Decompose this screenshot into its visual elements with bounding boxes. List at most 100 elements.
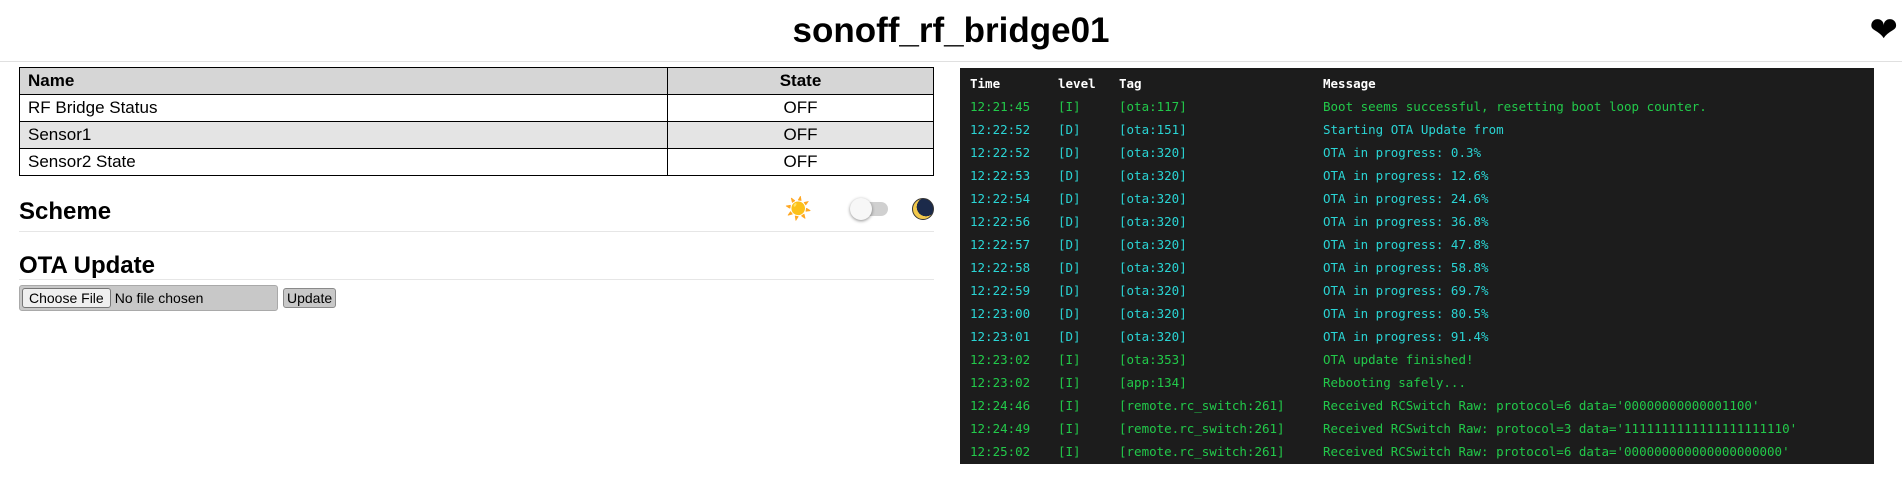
moon-icon: [912, 198, 934, 220]
log-message: OTA in progress: 12.6%: [1323, 168, 1489, 183]
log-tag: [ota:320]: [1119, 168, 1187, 183]
log-tag: [ota:320]: [1119, 306, 1187, 321]
log-message: OTA in progress: 36.8%: [1323, 214, 1489, 229]
log-tag: [ota:320]: [1119, 214, 1187, 229]
scheme-toggle[interactable]: [850, 198, 888, 220]
log-message: OTA in progress: 0.3%: [1323, 145, 1482, 160]
log-time: 12:22:56: [970, 214, 1031, 229]
table-row: Sensor1 OFF: [19, 121, 934, 149]
log-message: Received RCSwitch Raw: protocol=6 data='…: [1323, 398, 1760, 413]
entity-state: OFF: [667, 94, 934, 122]
scheme-controls: ☀️: [785, 192, 934, 226]
log-tag: [ota:320]: [1119, 260, 1187, 275]
log-entry: 12:24:49 [I] [remote.rc_switch:261] Receive…: [960, 417, 1874, 440]
log-tag: [ota:320]: [1119, 237, 1187, 252]
log-tag: [ota:353]: [1119, 352, 1187, 367]
log-message: Rebooting safely...: [1323, 375, 1466, 390]
update-button[interactable]: Update: [283, 288, 337, 308]
entities-table: Name State RF Bridge Status OFF Sensor1 …: [19, 67, 934, 176]
log-entry: 12:22:58 [D] [ota:320] OTA in progress: 58.…: [960, 256, 1874, 279]
log-message: OTA in progress: 47.8%: [1323, 237, 1489, 252]
log-tag: [ota:320]: [1119, 329, 1187, 344]
table-header-row: Name State: [19, 67, 934, 95]
log-entry: 12:21:45 [I] [ota:117] Boot seems successfu…: [960, 95, 1874, 118]
log-time: 12:25:02: [970, 444, 1031, 459]
no-file-label: No file chosen: [114, 290, 204, 306]
column-header-state: State: [667, 67, 934, 95]
log-level: [I]: [1058, 375, 1081, 390]
log-tag: [remote.rc_switch:261]: [1119, 421, 1285, 436]
entity-state: OFF: [667, 148, 934, 176]
ota-form: Choose File No file chosen Update: [19, 285, 934, 311]
entity-name: Sensor1: [19, 121, 668, 149]
heart-icon[interactable]: ❤: [1870, 10, 1899, 50]
log-entry: 12:22:53 [D] [ota:320] OTA in progress: 12.…: [960, 164, 1874, 187]
log-level: [I]: [1058, 352, 1081, 367]
log-time: 12:22:57: [970, 237, 1031, 252]
ota-title: OTA Update: [19, 252, 155, 279]
log-tag: [app:134]: [1119, 375, 1187, 390]
file-input[interactable]: Choose File No file chosen: [19, 285, 278, 311]
log-message: Boot seems successful, resetting boot lo…: [1323, 99, 1707, 114]
log-level: [I]: [1058, 99, 1081, 114]
log-tag: [ota:320]: [1119, 283, 1187, 298]
log-entry: 12:22:57 [D] [ota:320] OTA in progress: 47.…: [960, 233, 1874, 256]
log-message: Received RCSwitch Raw: protocol=3 data='…: [1323, 421, 1798, 436]
log-tag: [ota:320]: [1119, 145, 1187, 160]
column-header-name: Name: [19, 67, 668, 95]
entity-name: Sensor2 State: [19, 148, 668, 176]
log-tag: [ota:320]: [1119, 191, 1187, 206]
log-entry: 12:23:01 [D] [ota:320] OTA in progress: 91.…: [960, 325, 1874, 348]
log-entry: 12:23:02 [I] [ota:353] OTA update finished!: [960, 348, 1874, 371]
log-time: 12:23:02: [970, 352, 1031, 367]
log-entry: 12:25:02 [I] [remote.rc_switch:261] Receive…: [960, 440, 1874, 463]
log-time: 12:22:58: [970, 260, 1031, 275]
log-level: [D]: [1058, 283, 1081, 298]
entity-name: RF Bridge Status: [19, 94, 668, 122]
log-entry: 12:22:59 [D] [ota:320] OTA in progress: 69.…: [960, 279, 1874, 302]
log-panel[interactable]: Time level Tag Message 12:21:45 [I] [ota:1…: [960, 68, 1874, 464]
log-time: 12:23:00: [970, 306, 1031, 321]
toggle-knob[interactable]: [850, 198, 872, 220]
log-message: OTA in progress: 80.5%: [1323, 306, 1489, 321]
log-time: 12:24:49: [970, 421, 1031, 436]
log-level: [D]: [1058, 168, 1081, 183]
log-time: 12:22:54: [970, 191, 1031, 206]
log-tag: [remote.rc_switch:261]: [1119, 398, 1285, 413]
log-time: 12:21:45: [970, 99, 1031, 114]
choose-file-button[interactable]: Choose File: [22, 288, 111, 308]
log-entry: 12:22:56 [D] [ota:320] OTA in progress: 36.…: [960, 210, 1874, 233]
log-level: [I]: [1058, 444, 1081, 459]
log-message: Starting OTA Update from: [1323, 122, 1504, 137]
log-message: OTA in progress: 24.6%: [1323, 191, 1489, 206]
log-level: [D]: [1058, 214, 1081, 229]
sun-icon: ☀️: [784, 196, 812, 221]
log-message: OTA in progress: 91.4%: [1323, 329, 1489, 344]
log-time: 12:23:02: [970, 375, 1031, 390]
scheme-section: Scheme ☀️: [19, 196, 934, 232]
log-level: [D]: [1058, 260, 1081, 275]
log-level: [D]: [1058, 329, 1081, 344]
log-level: [D]: [1058, 306, 1081, 321]
log-time: 12:22:52: [970, 122, 1031, 137]
log-entry: 12:22:52 [D] [ota:320] OTA in progress: 0.3…: [960, 141, 1874, 164]
table-row: Sensor2 State OFF: [19, 148, 934, 176]
log-message: OTA in progress: 58.8%: [1323, 260, 1489, 275]
log-tag: [ota:117]: [1119, 99, 1187, 114]
log-time: 12:23:01: [970, 329, 1031, 344]
log-level: [D]: [1058, 145, 1081, 160]
entity-state: OFF: [667, 121, 934, 149]
log-header-message: Message: [1323, 76, 1376, 91]
page-header: sonoff_rf_bridge01 ❤: [0, 0, 1902, 62]
left-column: Name State RF Bridge Status OFF Sensor1 …: [19, 67, 934, 311]
log-header-tag: Tag: [1119, 76, 1142, 91]
log-time: 12:22:52: [970, 145, 1031, 160]
log-level: [D]: [1058, 122, 1081, 137]
ota-section: OTA Update: [19, 252, 934, 280]
log-entry: 12:23:02 [I] [app:134] Rebooting safely...: [960, 371, 1874, 394]
log-entry: 12:22:54 [D] [ota:320] OTA in progress: 24.…: [960, 187, 1874, 210]
table-row: RF Bridge Status OFF: [19, 94, 934, 122]
log-time: 12:24:46: [970, 398, 1031, 413]
log-rows: 12:21:45 [I] [ota:117] Boot seems successfu…: [960, 95, 1874, 463]
log-tag: [ota:151]: [1119, 122, 1187, 137]
